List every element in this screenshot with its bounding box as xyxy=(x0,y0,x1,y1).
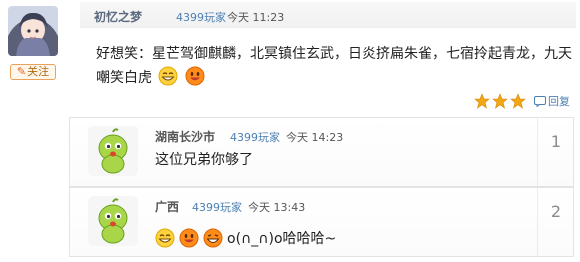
comment-icon xyxy=(534,95,546,107)
user-level-badge[interactable]: 4399玩家 xyxy=(176,9,226,25)
floor-number: 2 xyxy=(550,202,562,221)
star-icon[interactable] xyxy=(474,93,490,109)
post-content: 好想笑：星芒驾御麒麟，北冥镇住玄武，日炎挤扁朱雀，七宿拎起青龙，九天嘲笑白虎 xyxy=(96,42,574,94)
reply-username[interactable]: 湖南长沙市 xyxy=(155,128,215,145)
user-level-badge[interactable]: 4399玩家 xyxy=(192,199,242,215)
reply-timestamp: 今天 14:23 xyxy=(286,131,344,144)
reply-content: o(∩_∩)o哈哈哈~ xyxy=(155,228,336,248)
reply-text: o(∩_∩)o哈哈哈~ xyxy=(227,231,337,247)
reply-timestamp: 今天 13:43 xyxy=(248,201,306,214)
star-icon[interactable] xyxy=(492,93,508,109)
floor-number: 1 xyxy=(550,132,562,151)
laugh-emoji-icon xyxy=(203,228,223,248)
post-actions: 回复 xyxy=(474,92,570,110)
reply-avatar[interactable] xyxy=(88,196,138,246)
user-level-badge[interactable]: 4399玩家 xyxy=(230,129,280,145)
grin-emoji-icon xyxy=(158,66,178,94)
grin-emoji-icon xyxy=(155,228,175,248)
reply-item: 广西 4399玩家 今天 13:43 o(∩_∩)o哈哈哈~ 2 xyxy=(69,187,574,257)
reply-username[interactable]: 广西 xyxy=(155,198,179,215)
floor-column: 2 xyxy=(537,188,573,256)
happy-emoji-icon xyxy=(185,66,205,94)
follow-label: 关注 xyxy=(27,65,50,78)
reply-text: 这位兄弟你够了 xyxy=(155,152,253,168)
post-header: 初忆之梦 4399玩家 今天 11:23 xyxy=(80,2,576,28)
plus-icon: ✎ xyxy=(16,65,27,78)
user-avatar[interactable] xyxy=(8,6,58,56)
post-username[interactable]: 初忆之梦 xyxy=(94,8,142,25)
reply-avatar[interactable] xyxy=(88,126,138,176)
reply-button[interactable]: 回复 xyxy=(534,93,570,109)
reply-item: 湖南长沙市 4399玩家 今天 14:23 这位兄弟你够了 1 xyxy=(69,117,574,187)
floor-column: 1 xyxy=(537,118,573,186)
post-timestamp: 今天 11:23 xyxy=(227,11,285,24)
reply-label: 回复 xyxy=(548,95,570,108)
star-icon[interactable] xyxy=(510,93,526,109)
follow-button[interactable]: ✎关注 xyxy=(10,64,56,80)
happy-emoji-icon xyxy=(179,228,199,248)
